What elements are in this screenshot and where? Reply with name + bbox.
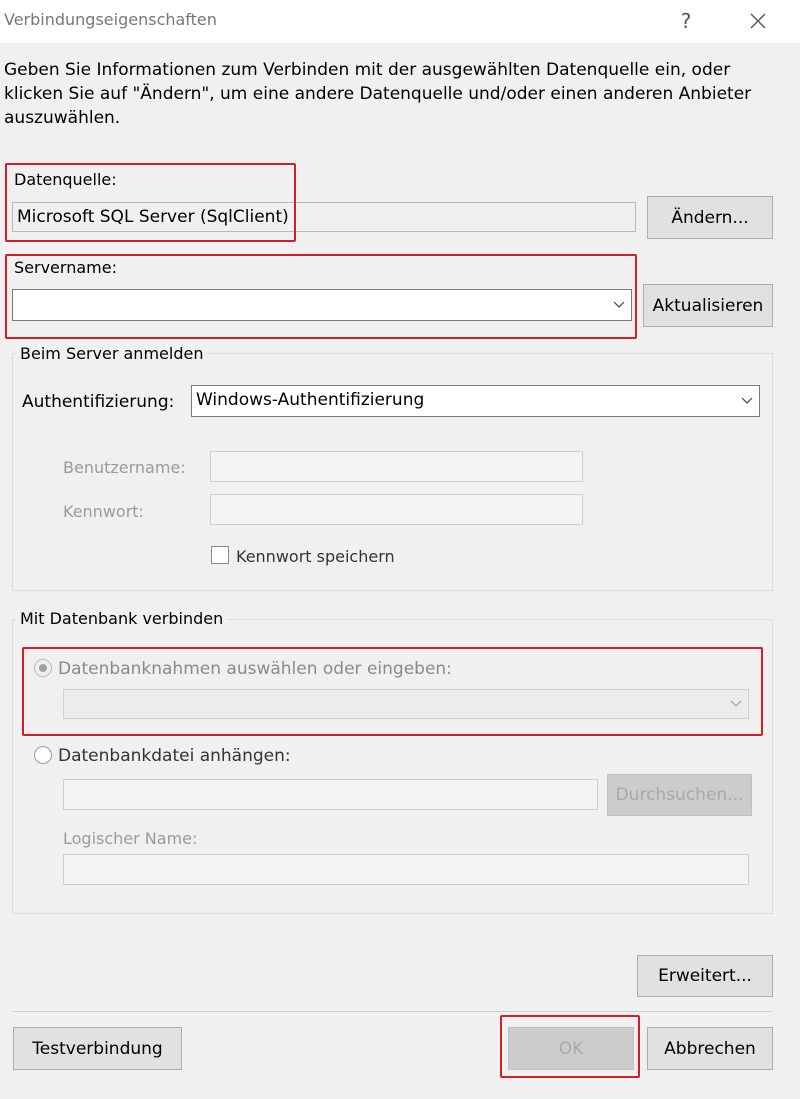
username-input[interactable] xyxy=(210,451,583,482)
close-button[interactable] xyxy=(738,5,778,37)
username-label: Benutzername: xyxy=(63,458,186,477)
select-database-label: Datenbanknahmen auswählen oder eingeben: xyxy=(58,659,452,679)
auth-value: Windows-Authentifizierung xyxy=(196,390,425,410)
database-group-title: Mit Datenbank verbinden xyxy=(16,609,228,628)
test-connection-button[interactable]: Testverbindung xyxy=(13,1027,182,1070)
separator xyxy=(12,1011,773,1012)
auth-label: Authentifizierung: xyxy=(22,392,175,412)
chevron-down-icon[interactable] xyxy=(735,386,759,416)
logical-name-label: Logischer Name: xyxy=(63,829,198,848)
save-password-checkbox[interactable] xyxy=(211,546,229,564)
password-label: Kennwort: xyxy=(63,502,144,521)
database-file-input[interactable] xyxy=(63,779,598,810)
title-bar: Verbindungseigenschaften ? xyxy=(0,0,800,43)
auth-combobox[interactable]: Windows-Authentifizierung xyxy=(191,385,760,417)
attach-database-label: Datenbankdatei anhängen: xyxy=(58,746,291,766)
attach-database-radio[interactable] xyxy=(34,746,52,764)
connection-properties-dialog: Verbindungseigenschaften ? Geben Sie Inf… xyxy=(0,0,800,1099)
database-name-combobox[interactable] xyxy=(63,689,749,719)
datasource-field: Microsoft SQL Server (SqlClient) xyxy=(12,202,636,232)
radio-selected-icon xyxy=(39,664,47,672)
description-text: Geben Sie Informationen zum Verbinden mi… xyxy=(4,60,752,128)
close-icon xyxy=(750,13,766,29)
servername-label: Servername: xyxy=(14,258,117,277)
chevron-down-icon[interactable] xyxy=(607,290,631,320)
servername-combobox[interactable] xyxy=(12,289,632,321)
save-password-label: Kennwort speichern xyxy=(236,547,395,566)
window-title: Verbindungseigenschaften xyxy=(4,10,217,29)
refresh-button[interactable]: Aktualisieren xyxy=(643,284,773,327)
help-button[interactable]: ? xyxy=(666,5,706,37)
advanced-button[interactable]: Erweitert... xyxy=(637,955,773,997)
password-input[interactable] xyxy=(210,494,583,525)
chevron-down-icon[interactable] xyxy=(724,690,748,718)
logical-name-input[interactable] xyxy=(63,854,749,885)
cancel-button[interactable]: Abbrechen xyxy=(647,1027,773,1070)
select-database-radio[interactable] xyxy=(34,659,52,677)
browse-button[interactable]: Durchsuchen... xyxy=(607,774,752,816)
login-group-title: Beim Server anmelden xyxy=(16,344,208,363)
edge-artifact xyxy=(794,60,800,66)
ok-button[interactable]: OK xyxy=(508,1027,634,1070)
change-button[interactable]: Ändern... xyxy=(647,196,773,239)
datasource-label: Datenquelle: xyxy=(14,170,117,189)
